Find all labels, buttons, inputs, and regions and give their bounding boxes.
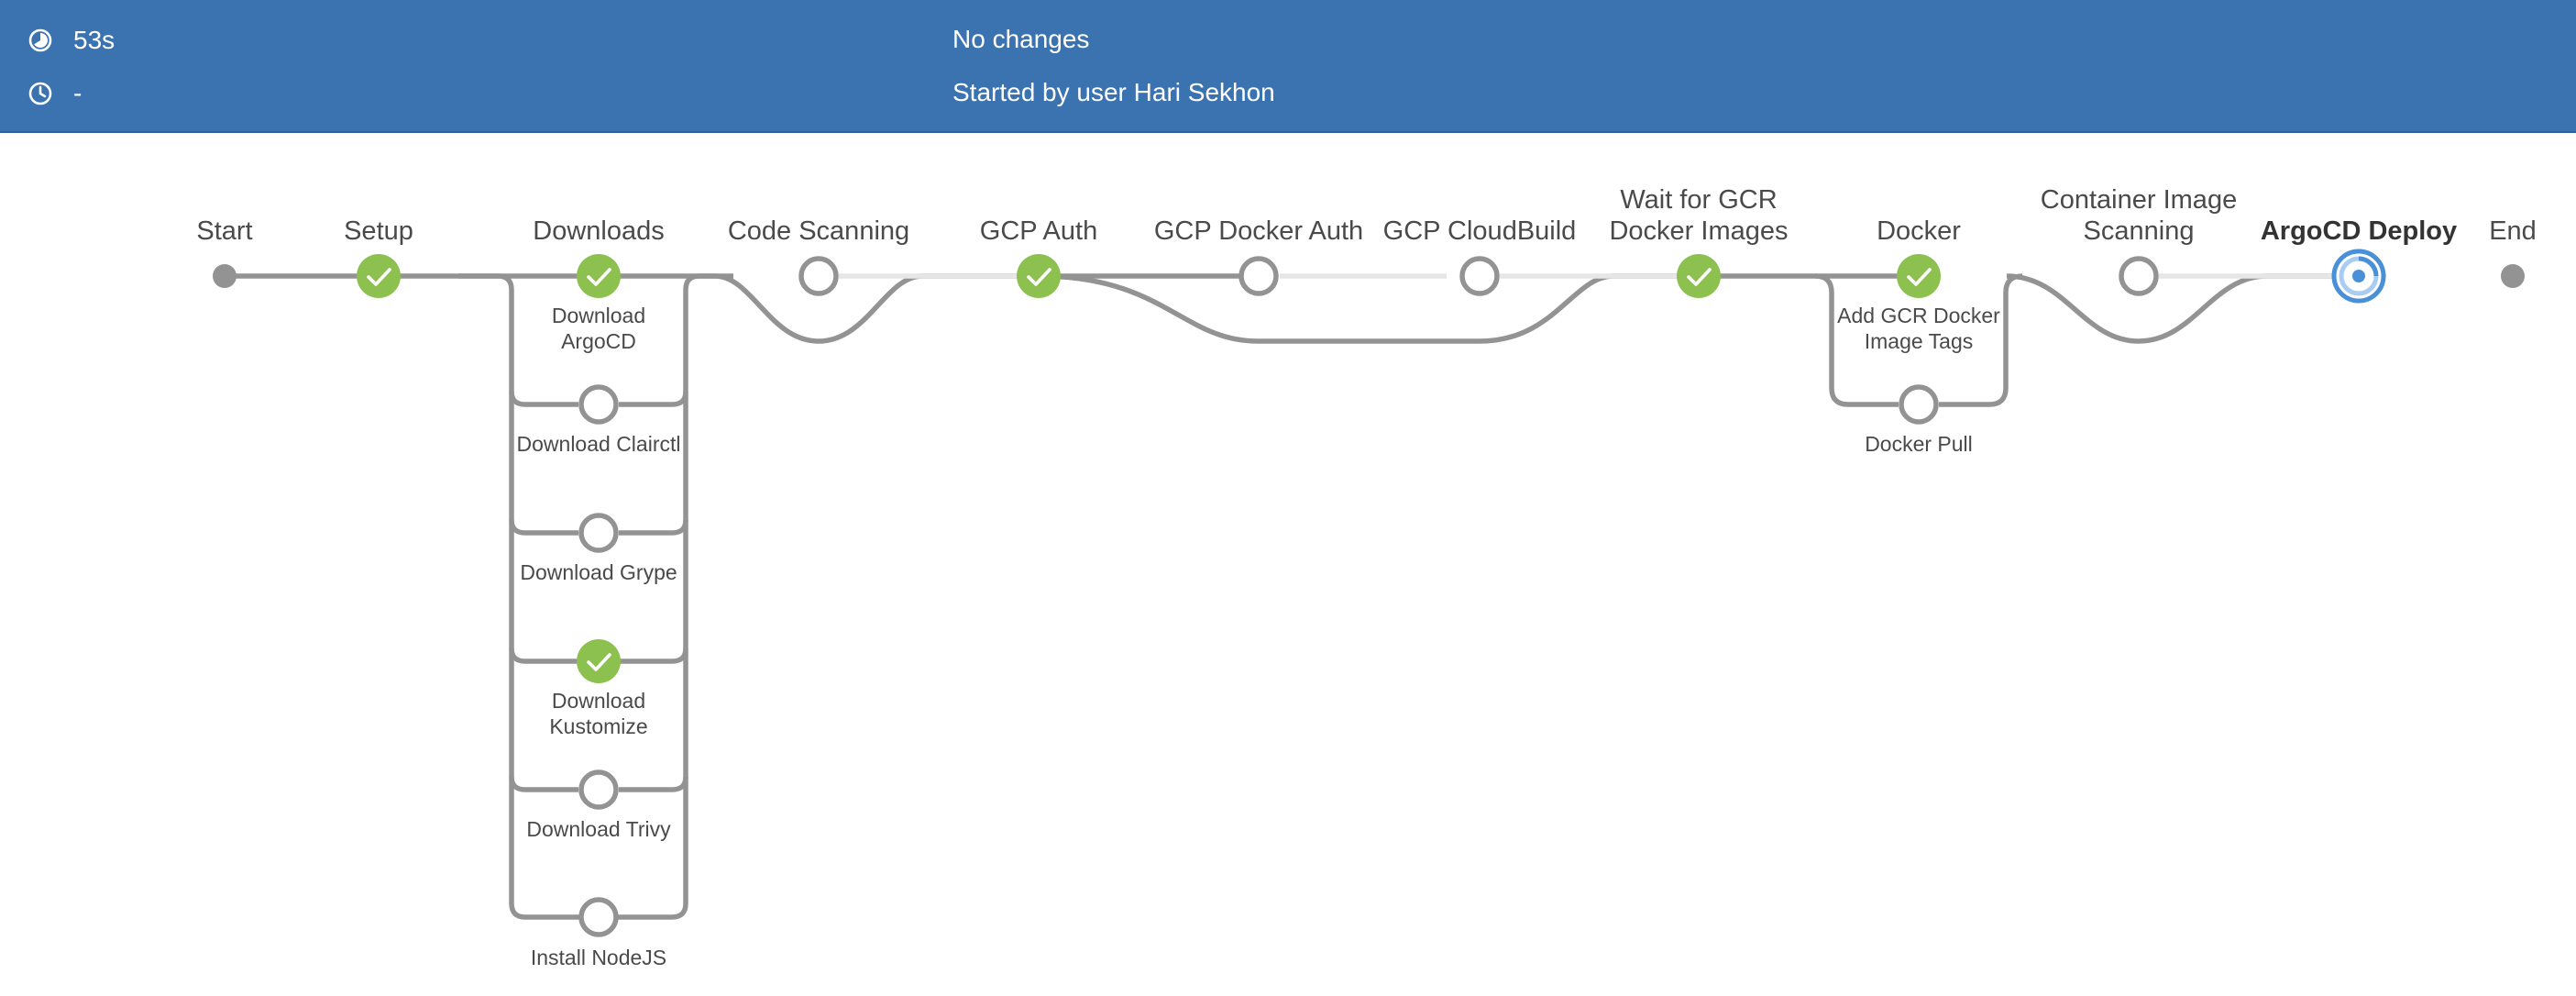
stage-label-downloads: Downloads <box>533 216 664 246</box>
branch-label-install-nodejs: Install NodeJS <box>531 946 666 969</box>
timer-icon <box>28 28 52 52</box>
branch-label-download-trivy: Download Trivy <box>526 817 671 841</box>
branch-node-install-nodejs[interactable] <box>578 897 619 937</box>
branch-node-download-kustomize[interactable] <box>577 639 621 683</box>
duration-row: 53s <box>28 22 115 59</box>
stage-label-gcp-auth: GCP Auth <box>980 216 1097 246</box>
stage-node-setup[interactable] <box>357 254 401 298</box>
running-indicator-icon <box>2352 270 2365 282</box>
stage-node-code-scanning[interactable] <box>798 256 839 296</box>
stage-node-gcp-cloudbuild[interactable] <box>1459 256 1500 296</box>
stage-node-gcp-docker-auth[interactable] <box>1238 256 1279 296</box>
clock-icon <box>28 82 52 105</box>
run-cause: Started by user Hari Sekhon <box>952 78 1275 106</box>
stage-label-end: End <box>2489 216 2537 246</box>
branch-node-download-grype[interactable] <box>578 513 619 553</box>
stage-label-container-image-scanning: Container Image <box>2041 185 2237 215</box>
branch-node-download-argocd[interactable] <box>577 254 621 298</box>
stage-label-wait-gcr: Wait for GCR <box>1620 185 1777 215</box>
branch-label-download-kustomize-line2: Kustomize <box>549 714 647 738</box>
pipeline-graph: Start Setup Downloads Code Scanning GCP … <box>196 185 2536 969</box>
branch-node-add-gcr-docker-image-tags[interactable] <box>1897 254 1941 298</box>
start-time-row: - <box>28 75 82 112</box>
branch-label-download-kustomize: Download <box>552 689 645 713</box>
stage-node-start <box>213 264 237 288</box>
run-start-time: - <box>73 79 83 107</box>
branch-labels: Download ArgoCD Download Clairctl Downlo… <box>517 304 2001 969</box>
stage-label-code-scanning: Code Scanning <box>728 216 909 246</box>
stage-label-wait-gcr-line2: Docker Images <box>1609 216 1788 246</box>
run-duration: 53s <box>73 26 116 54</box>
branch-label-download-argocd-line2: ArgoCD <box>561 329 636 353</box>
branch-label-add-gcr-docker-image-tags: Add GCR Docker <box>1837 304 2000 327</box>
branch-label-download-grype: Download Grype <box>520 560 677 584</box>
stage-labels: Start Setup Downloads Code Scanning GCP … <box>196 185 2536 246</box>
stage-node-wait-gcr[interactable] <box>1677 254 1721 298</box>
stage-node-end <box>2501 264 2525 288</box>
stage-label-setup: Setup <box>344 216 413 246</box>
stage-node-gcp-auth[interactable] <box>1017 254 1061 298</box>
branch-label-add-gcr-docker-image-tags-line2: Image Tags <box>1865 329 1973 353</box>
branch-label-docker-pull: Docker Pull <box>1865 432 1973 456</box>
changes-summary: No changes <box>952 25 1090 53</box>
branch-node-download-trivy[interactable] <box>578 769 619 810</box>
branch-label-download-argocd: Download <box>552 304 645 327</box>
stage-label-docker: Docker <box>1877 216 1961 246</box>
run-summary-header: 53s - No changes Started by user Hari Se… <box>0 0 2576 133</box>
branch-node-download-clairctl[interactable] <box>578 384 619 425</box>
branch-label-download-clairctl: Download Clairctl <box>517 432 681 456</box>
stage-label-gcp-cloudbuild: GCP CloudBuild <box>1383 216 1577 246</box>
stage-label-argocd-deploy: ArgoCD Deploy <box>2261 216 2457 246</box>
stage-label-gcp-docker-auth: GCP Docker Auth <box>1154 216 1363 246</box>
stage-node-argocd-deploy[interactable] <box>2331 249 2386 304</box>
stage-label-start: Start <box>196 216 252 246</box>
branch-node-docker-pull[interactable] <box>1899 384 1939 425</box>
stage-node-container-image-scanning[interactable] <box>2119 256 2159 296</box>
stage-label-container-image-scanning-line2: Scanning <box>2084 216 2195 246</box>
